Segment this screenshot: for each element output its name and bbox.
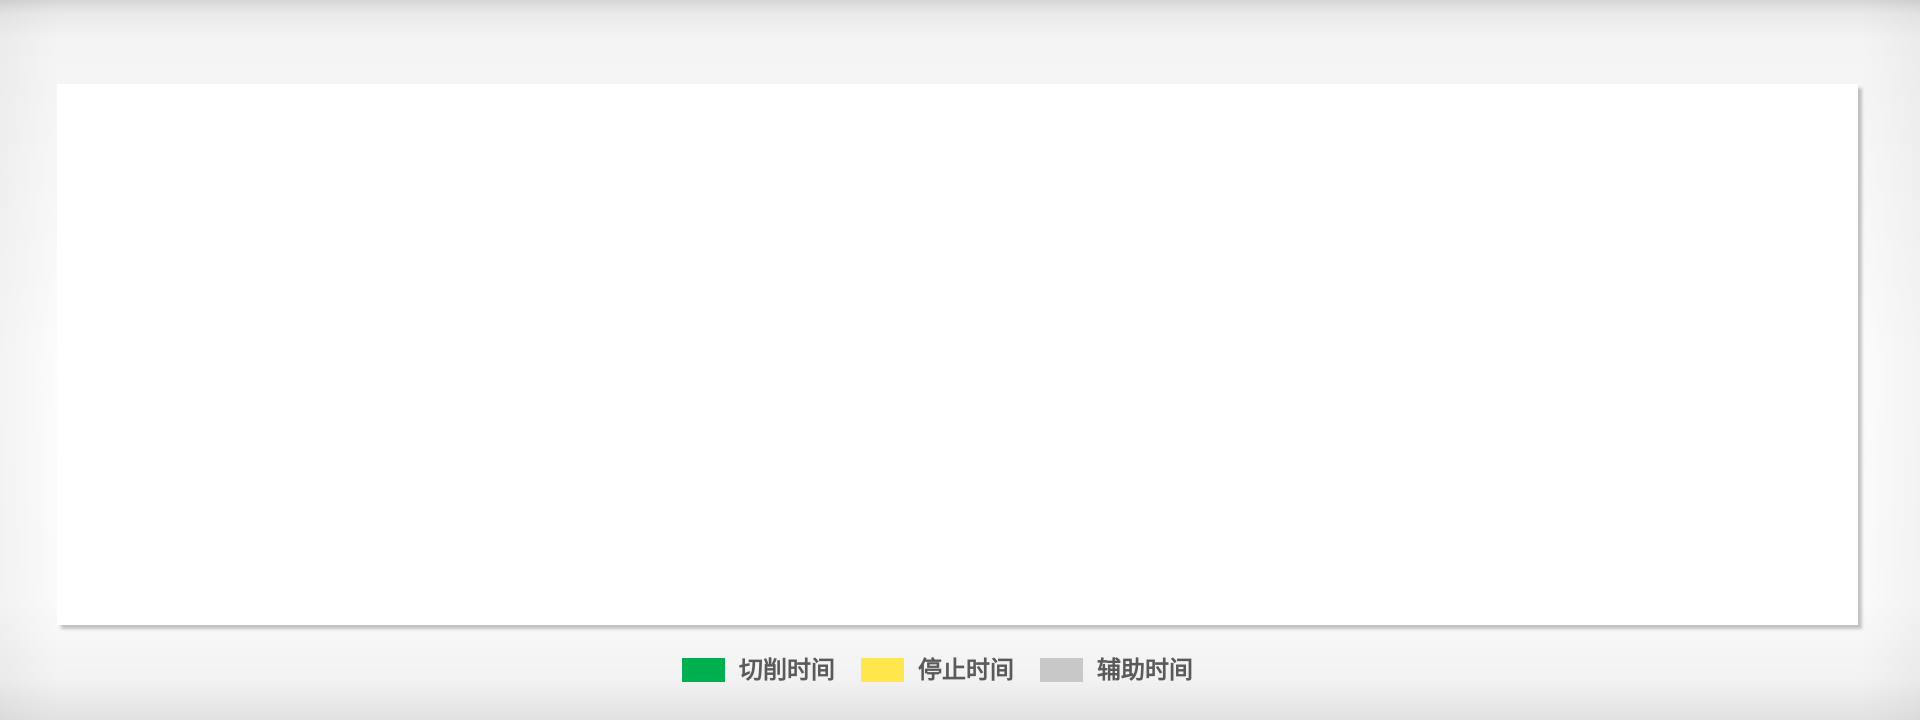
- chart-legend: 切削时间 停止时间 辅助时间: [682, 654, 1193, 686]
- legend-label-cutting-time: 切削时间: [739, 656, 835, 684]
- legend-item-cutting-time[interactable]: 切削时间: [682, 654, 835, 686]
- background-fade-right: [1860, 0, 1920, 720]
- legend-swatch-auxiliary-time: [1040, 658, 1083, 682]
- legend-item-auxiliary-time[interactable]: 辅助时间: [1040, 654, 1193, 686]
- legend-swatch-cutting-time: [682, 658, 725, 682]
- legend-item-stop-time[interactable]: 停止时间: [861, 654, 1014, 686]
- legend-swatch-stop-time: [861, 658, 904, 682]
- legend-label-stop-time: 停止时间: [918, 656, 1014, 684]
- background-fade-left: [0, 0, 60, 720]
- chart-panel: [57, 84, 1858, 625]
- legend-label-auxiliary-time: 辅助时间: [1097, 656, 1193, 684]
